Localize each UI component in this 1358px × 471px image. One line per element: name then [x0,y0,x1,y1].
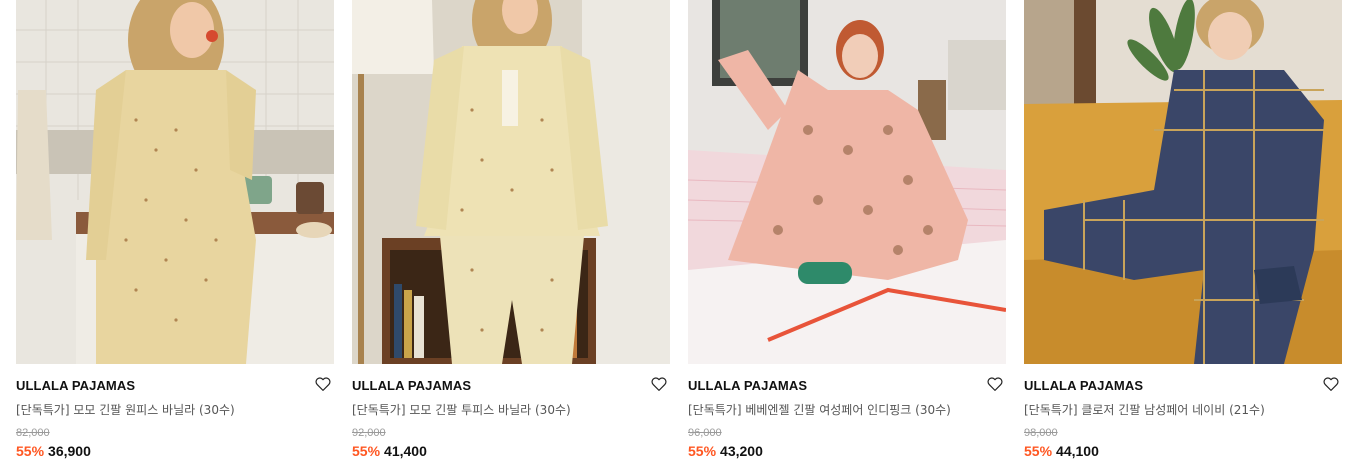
brand-name[interactable]: ULLALA PAJAMAS [352,378,471,393]
product-card[interactable]: ULLALA PAJAMAS [단독특가] 클로저 긴팔 남성페어 네이비 (2… [1024,0,1342,461]
brand-row: ULLALA PAJAMAS [16,377,334,399]
price-row: 55% 43,200 [688,442,1006,461]
price-row: 55% 41,400 [352,442,670,461]
discount-rate: 55% [352,443,381,459]
price-row: 55% 36,900 [16,442,334,461]
product-name[interactable]: [단독특가] 모모 긴팔 투피스 바닐라 (30수) [352,401,670,419]
sale-price: 36,900 [48,443,91,459]
product-name[interactable]: [단독특가] 모모 긴팔 원피스 바닐라 (30수) [16,401,334,419]
brand-name[interactable]: ULLALA PAJAMAS [1024,378,1143,393]
product-name[interactable]: [단독특가] 베베엔젤 긴팔 여성페어 인디핑크 (30수) [688,401,1006,419]
sale-price: 41,400 [384,443,427,459]
heart-outline-icon[interactable] [314,375,332,393]
product-card[interactable]: ULLALA PAJAMAS [단독특가] 베베엔젤 긴팔 여성페어 인디핑크 … [688,0,1006,461]
brand-row: ULLALA PAJAMAS [688,377,1006,399]
product-image[interactable] [1024,0,1342,364]
heart-outline-icon[interactable] [650,375,668,393]
product-image[interactable] [688,0,1006,364]
brand-name[interactable]: ULLALA PAJAMAS [16,378,135,393]
product-card[interactable]: ULLALA PAJAMAS [단독특가] 모모 긴팔 투피스 바닐라 (30수… [352,0,670,461]
discount-rate: 55% [1024,443,1053,459]
product-grid: ULLALA PAJAMAS [단독특가] 모모 긴팔 원피스 바닐라 (30수… [0,0,1358,471]
sale-price: 44,100 [1056,443,1099,459]
sale-price: 43,200 [720,443,763,459]
original-price: 82,000 [16,427,50,439]
product-image[interactable] [352,0,670,364]
brand-row: ULLALA PAJAMAS [1024,377,1342,399]
product-image[interactable] [16,0,334,364]
discount-rate: 55% [16,443,45,459]
brand-name[interactable]: ULLALA PAJAMAS [688,378,807,393]
discount-rate: 55% [688,443,717,459]
brand-row: ULLALA PAJAMAS [352,377,670,399]
original-price: 92,000 [352,427,386,439]
heart-outline-icon[interactable] [1322,375,1340,393]
price-row: 55% 44,100 [1024,442,1342,461]
heart-outline-icon[interactable] [986,375,1004,393]
product-card[interactable]: ULLALA PAJAMAS [단독특가] 모모 긴팔 원피스 바닐라 (30수… [16,0,334,461]
original-price: 96,000 [688,427,722,439]
product-name[interactable]: [단독특가] 클로저 긴팔 남성페어 네이비 (21수) [1024,401,1342,419]
original-price: 98,000 [1024,427,1058,439]
